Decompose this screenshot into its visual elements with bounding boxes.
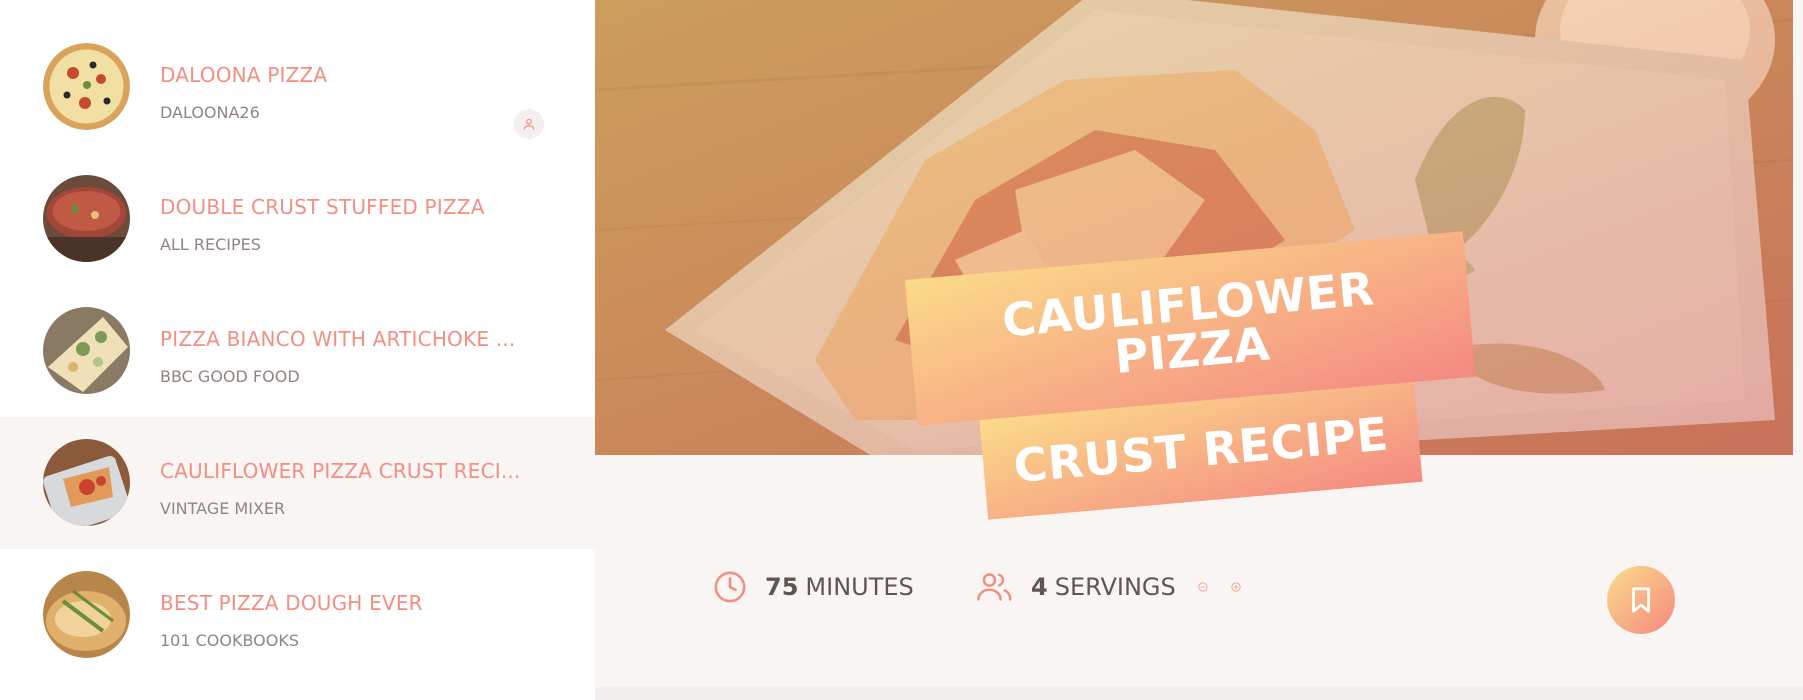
result-publisher: ALL RECIPES xyxy=(160,235,261,254)
result-thumbnail xyxy=(43,43,130,130)
servings-value: 4 xyxy=(1031,573,1048,601)
forkify-app: DALOONA PIZZA DALOONA26 DOUBLE CRUST STU… xyxy=(0,0,1803,700)
result-item-active[interactable]: CAULIFLOWER PIZZA CRUST RECI... VINTAGE … xyxy=(0,417,595,549)
servings-buttons xyxy=(1198,573,1259,601)
decrease-servings-button[interactable] xyxy=(1198,573,1226,601)
search-results: DALOONA PIZZA DALOONA26 DOUBLE CRUST STU… xyxy=(0,0,595,700)
result-title: BEST PIZZA DOUGH EVER xyxy=(160,591,423,615)
recipe-view: CAULIFLOWER PIZZA CRUST RECIPE 75 MINUTE… xyxy=(595,0,1803,700)
result-item[interactable]: DOUBLE CRUST STUFFED PIZZA ALL RECIPES xyxy=(0,153,595,285)
result-thumbnail xyxy=(43,175,130,262)
result-thumbnail xyxy=(43,439,130,526)
bookmark-button[interactable] xyxy=(1607,566,1675,634)
result-title: DALOONA PIZZA xyxy=(160,63,328,87)
result-publisher: VINTAGE MIXER xyxy=(160,499,286,518)
result-item[interactable]: BEST PIZZA DOUGH EVER 101 COOKBOOKS xyxy=(0,549,595,681)
user-icon xyxy=(514,109,544,139)
recipe-details: 75 MINUTES 4 SERVINGS xyxy=(595,560,1793,640)
cooking-time-value: 75 xyxy=(765,573,799,601)
result-publisher: 101 COOKBOOKS xyxy=(160,631,300,650)
result-publisher: DALOONA26 xyxy=(160,103,260,122)
servings-unit: SERVINGS xyxy=(1054,573,1176,601)
servings-info: 4 SERVINGS xyxy=(977,570,1259,604)
cooking-time-info: 75 MINUTES xyxy=(713,570,914,604)
cooking-time-unit: MINUTES xyxy=(805,573,914,601)
result-title: DOUBLE CRUST STUFFED PIZZA xyxy=(160,195,485,219)
result-item[interactable]: DALOONA PIZZA DALOONA26 xyxy=(0,21,595,153)
result-title: CAULIFLOWER PIZZA CRUST RECI... xyxy=(160,459,521,483)
recipe-title: CAULIFLOWER PIZZA CRUST RECIPE xyxy=(905,231,1484,525)
minus-circle-icon xyxy=(1198,582,1208,592)
bookmark-icon xyxy=(1632,587,1650,613)
result-title: PIZZA BIANCO WITH ARTICHOKE ... xyxy=(160,327,516,351)
users-icon xyxy=(977,573,1012,601)
increase-servings-button[interactable] xyxy=(1231,573,1259,601)
result-thumbnail xyxy=(43,571,130,658)
result-thumbnail xyxy=(43,307,130,394)
ingredients-section-edge xyxy=(595,687,1803,700)
result-publisher: BBC GOOD FOOD xyxy=(160,367,300,386)
plus-circle-icon xyxy=(1231,582,1241,592)
clock-icon xyxy=(714,571,746,603)
result-item[interactable]: PIZZA BIANCO WITH ARTICHOKE ... BBC GOOD… xyxy=(0,285,595,417)
